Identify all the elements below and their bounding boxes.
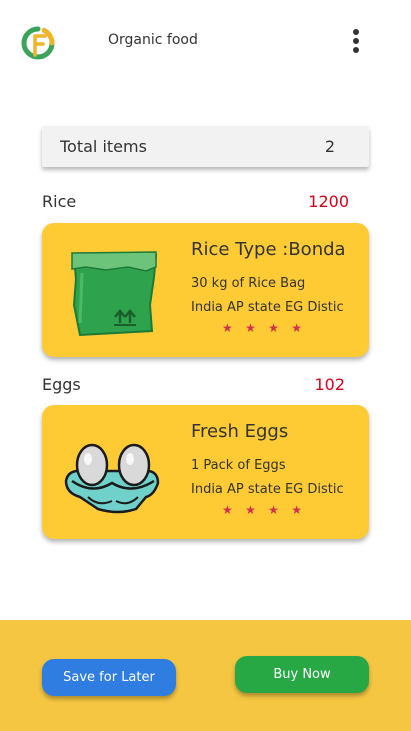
product-card-rice[interactable]: Rice Type :Bonda 30 kg of Rice Bag India…: [42, 223, 369, 357]
save-for-later-button[interactable]: Save for Later: [42, 659, 176, 696]
buy-now-button[interactable]: Buy Now: [235, 656, 369, 693]
total-items-label: Total items: [60, 137, 147, 156]
product-name: Fresh Eggs: [191, 421, 289, 442]
star-icon: ★: [222, 503, 233, 517]
star-icon: ★: [291, 321, 302, 335]
star-icon: ★: [268, 503, 279, 517]
total-items-count: 2: [324, 137, 335, 156]
rating-stars: ★ ★ ★ ★: [222, 503, 302, 517]
price-eggs: 102: [314, 375, 345, 394]
product-origin: India AP state EG Distic: [191, 300, 344, 315]
app-title: Organic food: [108, 32, 198, 48]
product-description: 1 Pack of Eggs: [191, 458, 286, 473]
star-icon: ★: [245, 503, 256, 517]
section-label-eggs: Eggs: [42, 375, 81, 394]
star-icon: ★: [222, 321, 233, 335]
product-card-eggs[interactable]: Fresh Eggs 1 Pack of Eggs India AP state…: [42, 405, 369, 539]
egg-tray-icon: [58, 425, 168, 521]
total-items-card: Total items 2: [42, 126, 369, 167]
star-icon: ★: [291, 503, 302, 517]
app-logo-icon: [20, 25, 56, 61]
star-icon: ★: [245, 321, 256, 335]
action-footer: Save for Later Buy Now: [0, 620, 411, 731]
price-rice: 1200: [308, 192, 349, 211]
product-description: 30 kg of Rice Bag: [191, 276, 306, 291]
more-options-icon[interactable]: [344, 26, 368, 56]
rice-bag-icon: [58, 243, 168, 339]
product-origin: India AP state EG Distic: [191, 482, 344, 497]
app-bar: Organic food: [0, 0, 411, 84]
product-name: Rice Type :Bonda: [191, 239, 346, 260]
rating-stars: ★ ★ ★ ★: [222, 321, 302, 335]
star-icon: ★: [268, 321, 279, 335]
section-label-rice: Rice: [42, 192, 77, 211]
